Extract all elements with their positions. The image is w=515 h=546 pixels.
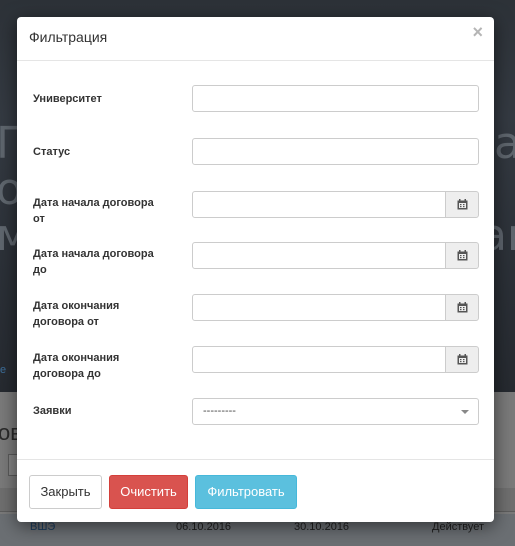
university-input[interactable] [192,85,479,112]
modal-header: Фильтрация × [17,17,494,61]
table-cell-university[interactable]: ВШЭ [30,521,55,533]
hero-text-right-1: а [494,118,515,169]
contract-start-from-label: Дата начала договора от [33,197,154,225]
close-icon[interactable]: × [472,23,483,41]
contract-end-to-label: Дата окончания договора до [33,352,120,380]
status-label: Статус [33,146,71,158]
hero-link[interactable]: е [0,364,6,376]
contract-end-to-input[interactable] [192,346,446,373]
table-cell-status: Действует [432,521,485,533]
clear-button[interactable]: Очистить [109,475,188,509]
calendar-icon[interactable] [445,191,479,218]
contract-end-from-input[interactable] [192,294,446,321]
contract-start-from-input[interactable] [192,191,446,218]
requests-select[interactable]: --------- [192,398,479,425]
requests-select-value: --------- [203,405,236,417]
filter-button[interactable]: Фильтровать [195,475,297,509]
requests-label: Заявки [33,405,72,417]
calendar-icon[interactable] [445,294,479,321]
contract-start-to-label: Дата начала договора до [33,248,154,276]
university-label: Университет [33,93,102,105]
status-input[interactable] [192,138,479,165]
table-cell-start-date: 06.10.2016 [176,521,232,533]
close-button[interactable]: Закрыть [29,475,102,509]
calendar-icon[interactable] [445,242,479,269]
table-cell-end-date: 30.10.2016 [294,521,350,533]
modal-footer: Закрыть Очистить Фильтровать [17,459,494,522]
modal-title: Фильтрация [29,29,108,45]
contract-end-from-label: Дата окончания договора от [33,300,120,328]
calendar-icon[interactable] [445,346,479,373]
filter-modal: Фильтрация × Университет Статус Дата нач… [17,17,494,522]
chevron-down-icon [461,410,469,414]
contract-start-to-input[interactable] [192,242,446,269]
